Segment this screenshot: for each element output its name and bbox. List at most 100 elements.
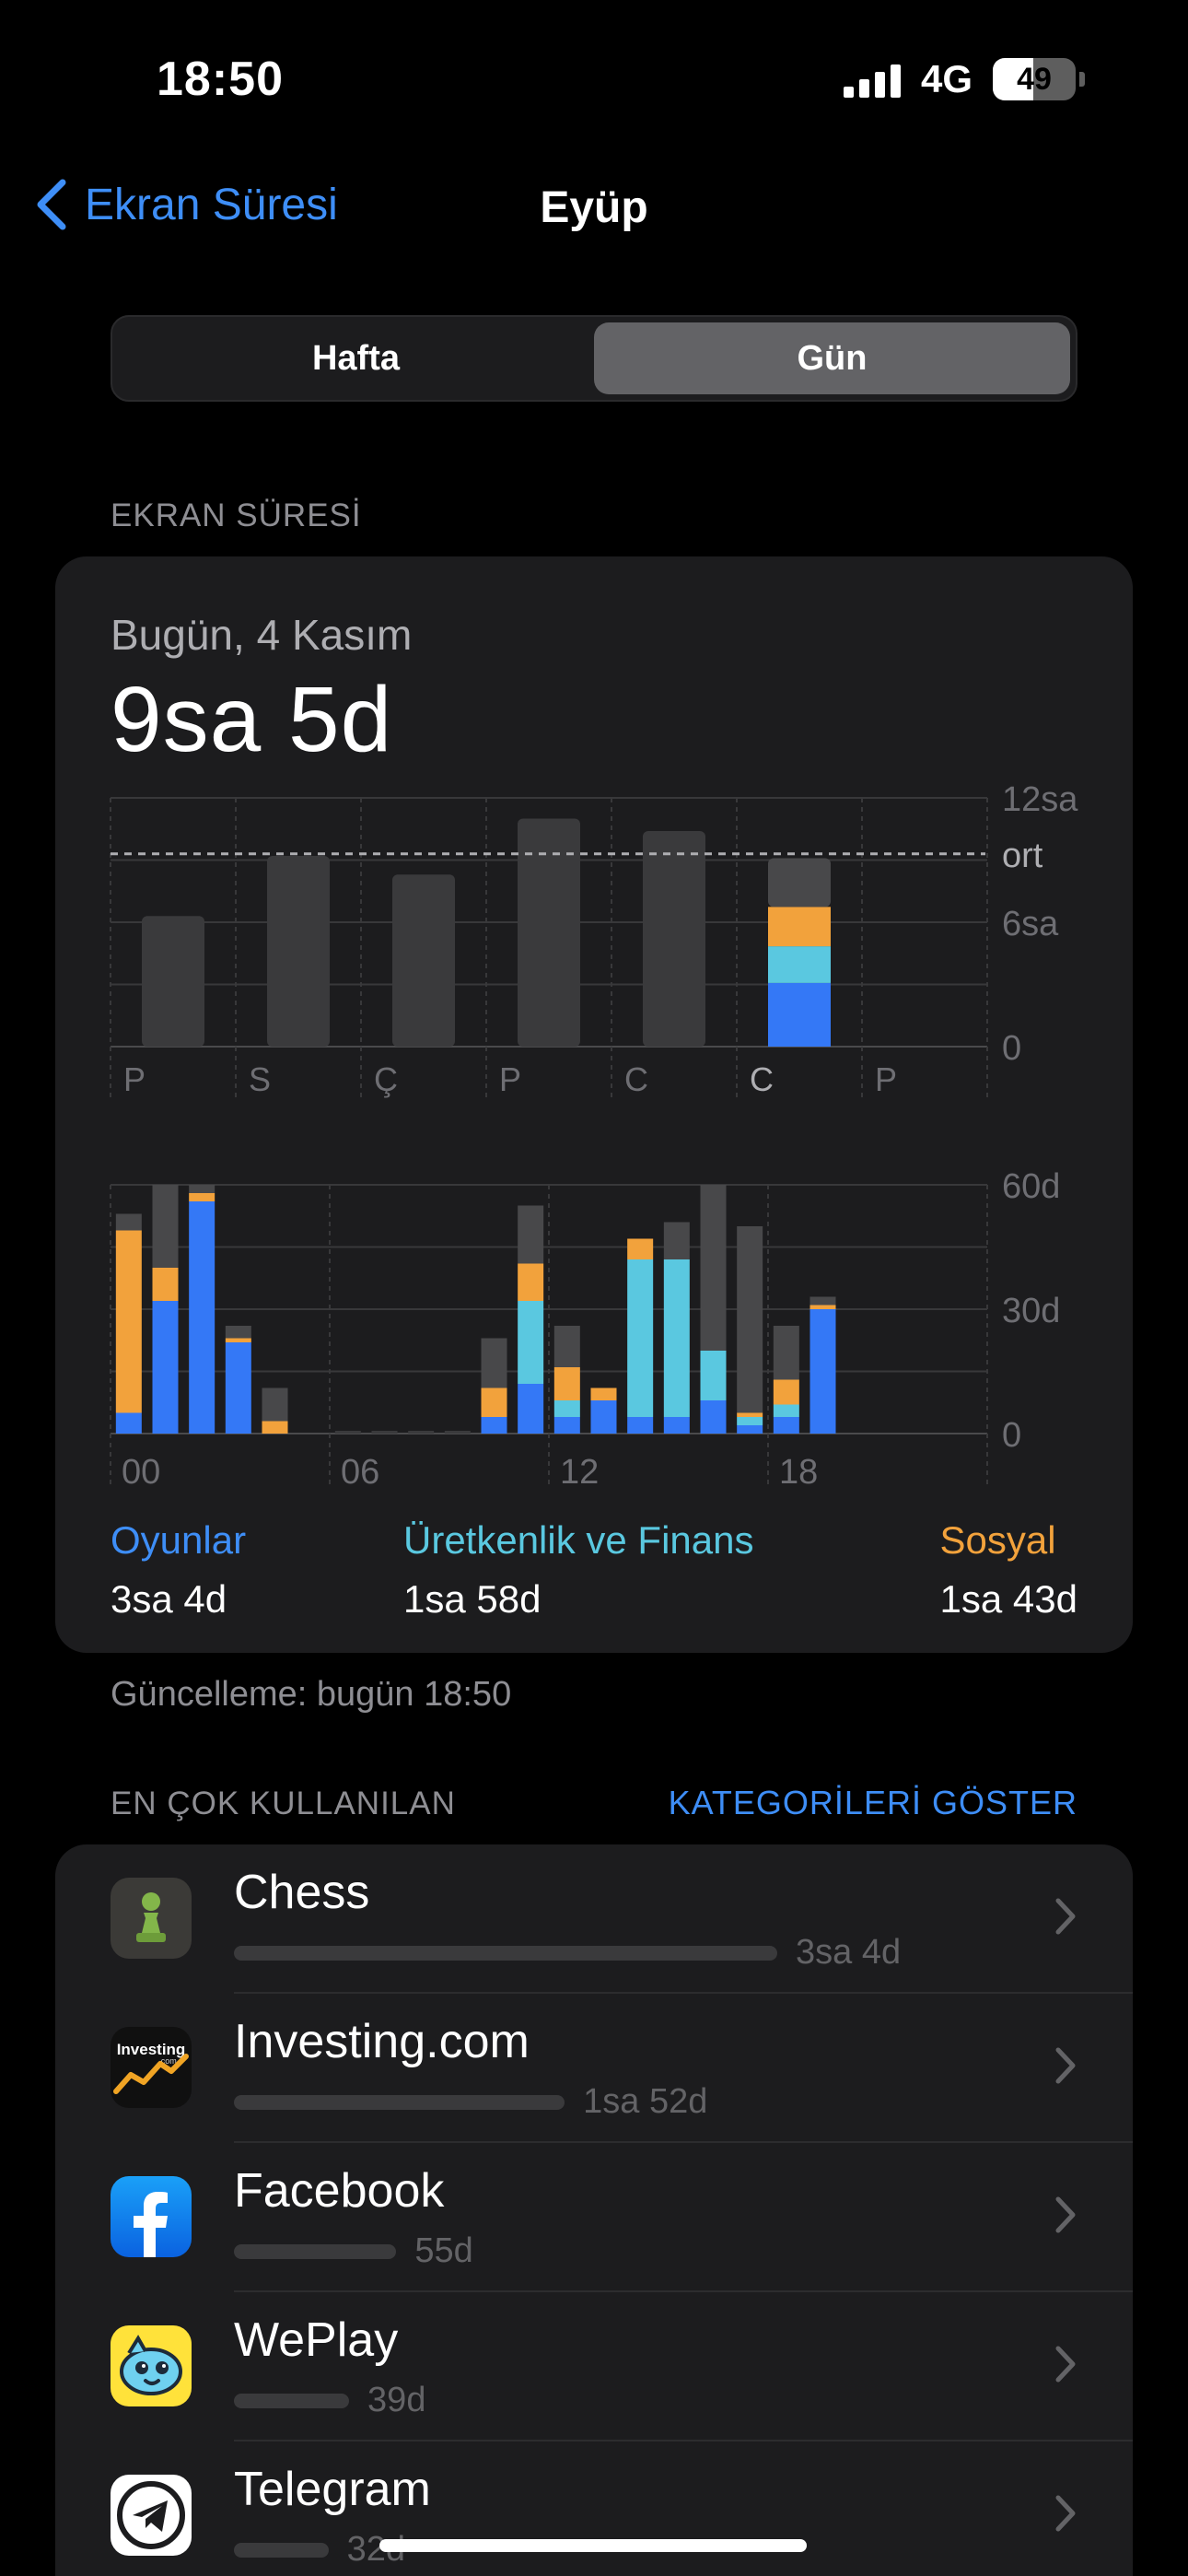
x-tick-label: 00 <box>122 1453 160 1492</box>
hour-bar-segment <box>553 1367 580 1400</box>
usage-bar <box>234 2095 565 2110</box>
cellular-signal-icon <box>843 61 901 98</box>
weplay-icon <box>111 2325 192 2406</box>
week-bar <box>643 831 705 1047</box>
status-icons: 4G 49 <box>843 57 1085 101</box>
page-title: Eyüp <box>0 182 1188 233</box>
hour-bar-segment <box>152 1268 179 1301</box>
legend-games-label: Oyunlar <box>111 1518 247 1562</box>
x-tick-label: S <box>249 1060 271 1098</box>
usage-bar <box>234 2394 350 2408</box>
hour-bar-segment <box>189 1193 215 1201</box>
x-tick-label: 06 <box>341 1453 379 1492</box>
hour-bar-segment <box>700 1351 727 1400</box>
screen-time-card[interactable]: Bugün, 4 Kasım 9sa 5d 12sa ort 6sa 0 P S Ç P C C P… <box>55 556 1133 1653</box>
hour-bar-segment <box>518 1263 544 1301</box>
chess-pawn-icon <box>111 1878 192 1959</box>
legend-productivity: Üretkenlik ve Finans 1sa 58d <box>403 1518 753 1622</box>
hour-bar-segment <box>627 1238 654 1259</box>
hour-bar-empty <box>408 1431 435 1434</box>
hour-bar-segment <box>700 1400 727 1434</box>
week-bar <box>267 856 330 1047</box>
legend-social-value: 1sa 43d <box>939 1577 1077 1621</box>
app-name: Telegram <box>234 2463 431 2516</box>
hour-bar-segment <box>225 1342 251 1434</box>
y-tick-label: 60d <box>1002 1167 1060 1206</box>
week-bar <box>142 916 204 1047</box>
hour-bar-segment <box>737 1226 763 1413</box>
app-row-chess[interactable]: Chess 3sa 4d <box>55 1844 1133 1994</box>
period-segmented-control: Hafta Gün <box>111 315 1077 402</box>
x-tick-label: P <box>875 1060 897 1098</box>
week-bar-segment <box>768 907 831 947</box>
home-indicator <box>379 2539 807 2552</box>
hour-bar-segment <box>189 1185 215 1193</box>
hour-bar-segment <box>189 1201 215 1434</box>
hour-bar-segment <box>737 1425 763 1434</box>
hour-bar-segment <box>115 1412 142 1434</box>
hour-bar-segment <box>809 1296 836 1306</box>
segment-day[interactable]: Gün <box>594 322 1070 394</box>
battery-percent: 49 <box>1017 61 1052 97</box>
chevron-right-icon <box>1055 2196 1076 2233</box>
hour-bar-segment <box>663 1417 690 1434</box>
x-tick-label: C <box>624 1060 648 1098</box>
legend-productivity-value: 1sa 58d <box>403 1577 542 1621</box>
hour-bar-segment <box>773 1326 799 1380</box>
most-used-list: Chess 3sa 4d Investing .com Investing.co… <box>55 1844 1133 2576</box>
x-tick-label: 12 <box>560 1453 599 1492</box>
hour-bar-empty <box>334 1431 361 1434</box>
hour-bar-segment <box>481 1338 507 1388</box>
hour-bar-segment <box>809 1309 836 1434</box>
app-row-investing[interactable]: Investing .com Investing.com 1sa 52d <box>55 1994 1133 2143</box>
telegram-icon <box>111 2475 192 2556</box>
hour-bar-segment <box>627 1417 654 1434</box>
legend-productivity-label: Üretkenlik ve Finans <box>403 1518 754 1562</box>
app-name: WePlay <box>234 2313 399 2367</box>
chevron-right-icon <box>1055 2047 1076 2084</box>
hour-bar-segment <box>590 1400 617 1434</box>
investing-icon: Investing .com <box>111 2027 192 2108</box>
hour-bar-segment <box>518 1205 544 1264</box>
page-title-text: Eyüp <box>540 183 648 232</box>
legend-games-value: 3sa 4d <box>111 1577 227 1621</box>
hour-bar-segment <box>773 1417 799 1434</box>
app-row-telegram[interactable]: Telegram 32d <box>55 2441 1133 2576</box>
hour-bar-segment <box>152 1185 179 1268</box>
battery-tip <box>1079 72 1085 87</box>
hour-bar-segment <box>115 1230 142 1413</box>
usage-time: 1sa 52d <box>583 2082 708 2121</box>
hour-bar-segment <box>590 1388 617 1400</box>
usage-time: 3sa 4d <box>796 1933 902 1972</box>
week-bar <box>392 874 455 1047</box>
hour-bar-segment <box>225 1326 251 1339</box>
y-tick-label: 12sa <box>1002 780 1078 819</box>
week-bar-segment <box>768 858 831 907</box>
app-row-facebook[interactable]: Facebook 55d <box>55 2143 1133 2292</box>
usage-bar <box>234 2543 329 2558</box>
hour-bar-segment <box>481 1388 507 1417</box>
hour-bar-segment <box>152 1301 179 1434</box>
x-tick-label: 18 <box>779 1453 818 1492</box>
hour-bar-segment <box>553 1400 580 1417</box>
facebook-icon <box>111 2176 192 2257</box>
hour-bar-segment <box>115 1213 142 1231</box>
hour-bar-segment <box>225 1338 251 1342</box>
show-categories-link[interactable]: KATEGORİLERİ GÖSTER <box>669 1784 1077 1822</box>
hour-bar-empty <box>444 1431 471 1434</box>
app-row-weplay[interactable]: WePlay 39d <box>55 2292 1133 2441</box>
section-screen-time-label: EKRAN SÜRESİ <box>111 498 362 533</box>
x-tick-label: C <box>750 1060 774 1098</box>
usage-time: 55d <box>414 2231 473 2270</box>
week-bar-segment <box>768 982 831 1047</box>
legend-social: Sosyal 1sa 43d <box>940 1518 1077 1622</box>
last-updated: Güncelleme: bugün 18:50 <box>111 1675 512 1714</box>
y-tick-label: 0 <box>1002 1416 1021 1455</box>
hour-bar-segment <box>773 1404 799 1417</box>
app-name: Facebook <box>234 2164 445 2218</box>
usage-bar <box>234 1946 777 1961</box>
hour-bar-segment <box>481 1417 507 1434</box>
y-tick-label-average: ort <box>1002 837 1043 875</box>
segment-week[interactable]: Hafta <box>118 322 594 394</box>
usage-charts: 12saort6sa0P S Ç P C C P60d30d000 06 12 18 <box>110 780 1078 1492</box>
